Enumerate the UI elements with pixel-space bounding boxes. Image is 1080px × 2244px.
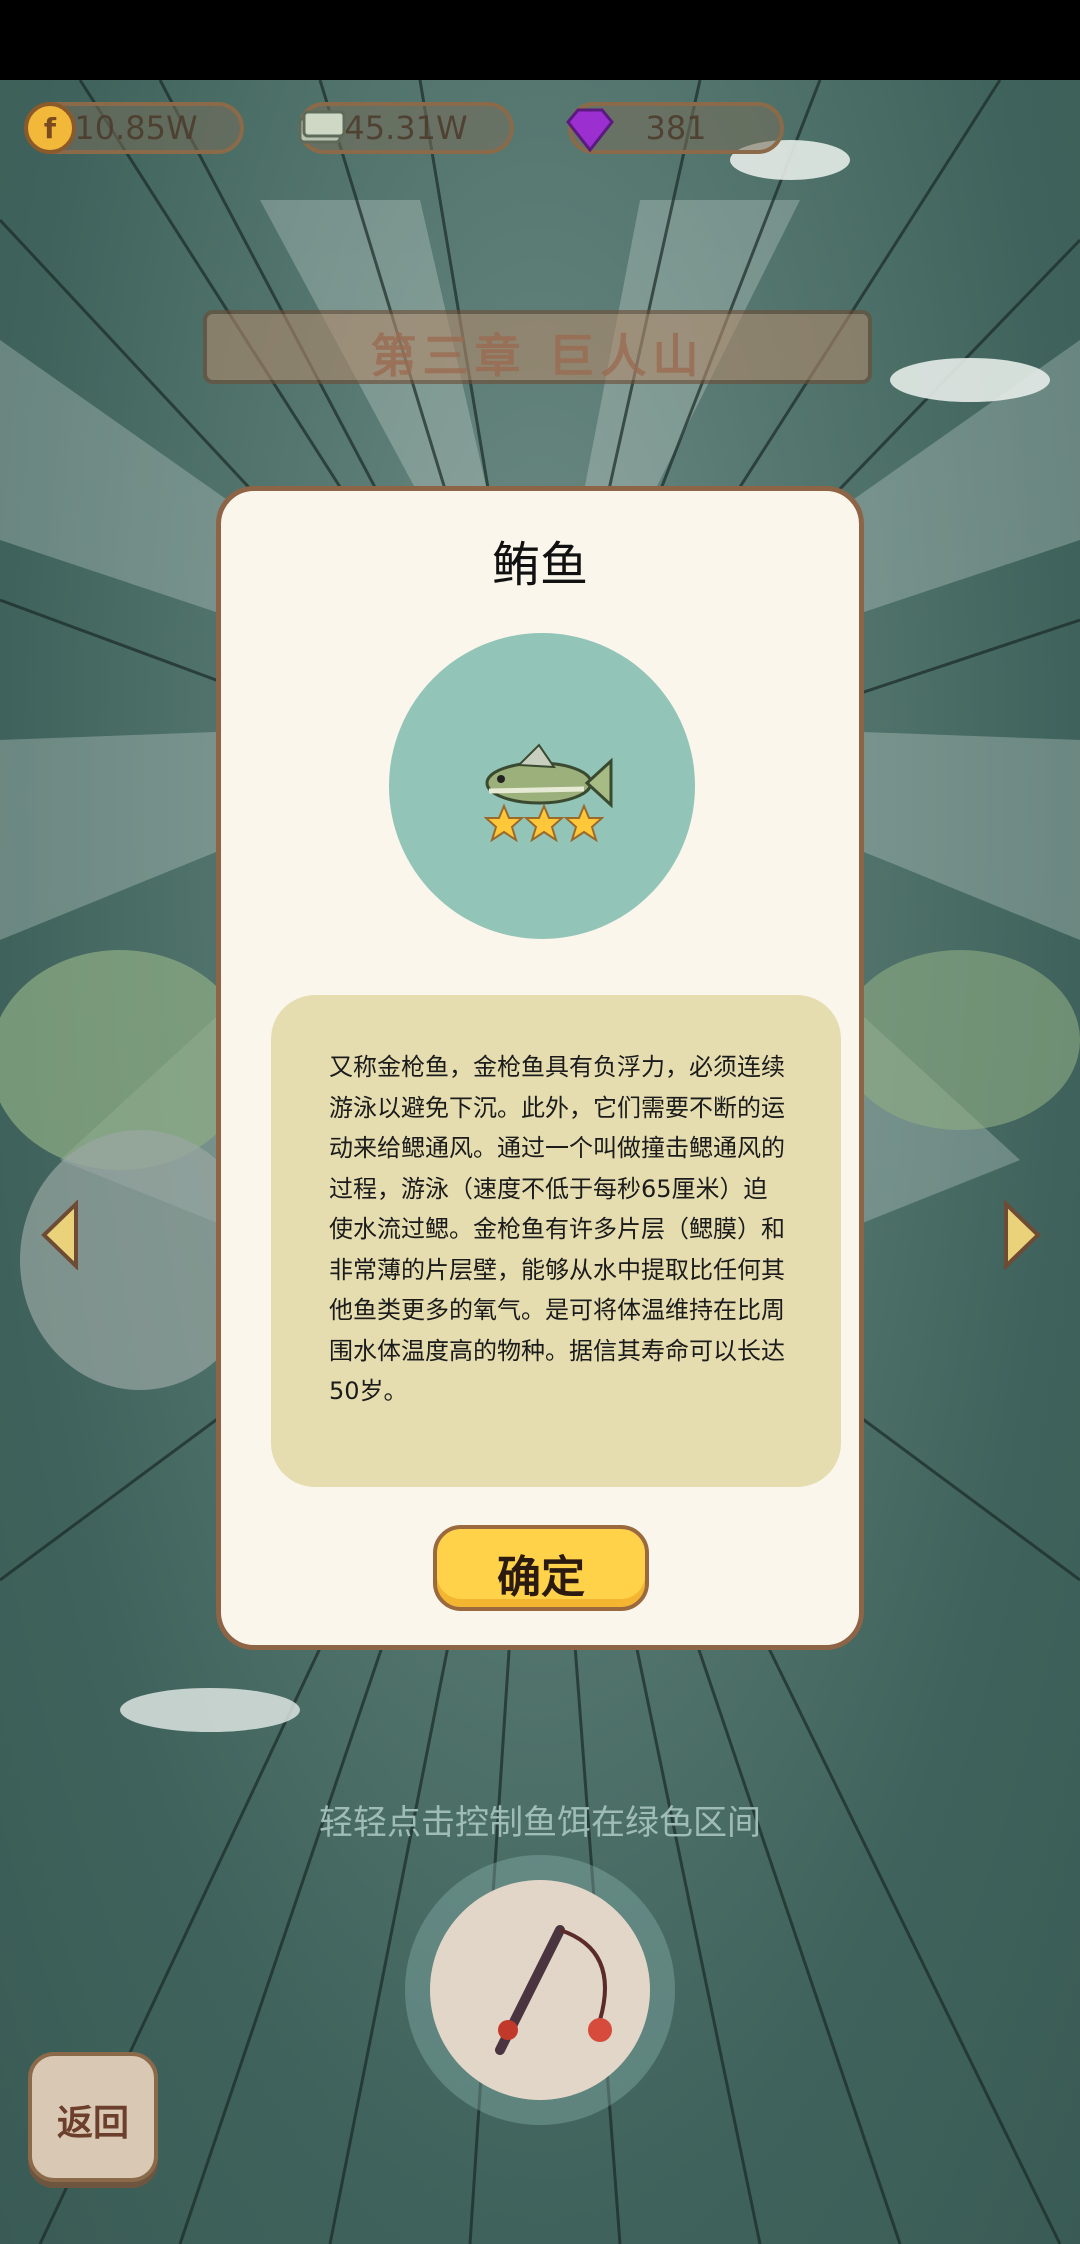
cast-rod-button[interactable] <box>405 1855 675 2125</box>
gem-value: 381 <box>645 109 707 147</box>
previous-arrow-icon[interactable] <box>40 1200 80 1270</box>
cash-value: 45.31W <box>344 109 468 147</box>
fishing-rod-icon <box>495 1925 612 2055</box>
confirm-button-label: 确定 <box>497 1552 585 1603</box>
coin-value: 10.85W <box>74 109 198 147</box>
tuna-fish-icon <box>485 743 613 809</box>
next-arrow-icon[interactable] <box>1002 1200 1042 1270</box>
cash-counter: 45.31W <box>298 102 514 154</box>
star-icon <box>564 803 604 843</box>
coin-counter: f 10.85W <box>24 102 244 154</box>
chapter-title: 第三章 巨人山 <box>370 329 705 383</box>
fishing-hint: 轻轻点击控制鱼饵在绿色区间 <box>319 1803 761 1843</box>
back-button[interactable]: 返回 <box>28 2052 158 2182</box>
star-icon <box>524 803 564 843</box>
fish-portrait <box>389 633 695 939</box>
star-rating <box>484 803 604 843</box>
status-bar <box>0 0 1080 80</box>
chapter-banner: 第三章 巨人山 <box>185 302 890 392</box>
confirm-button[interactable]: 确定 <box>433 1525 649 1611</box>
description-panel: 又称金枪鱼，金枪鱼具有负浮力，必须连续游泳以避免下沉。此外，它们需要不断的运动来… <box>271 995 841 1487</box>
fish-description: 又称金枪鱼，金枪鱼具有负浮力，必须连续游泳以避免下沉。此外，它们需要不断的运动来… <box>329 1053 785 1405</box>
fish-name: 鲔鱼 <box>491 537 588 593</box>
fish-info-dialog: 鲔鱼 又称金枪鱼，金枪鱼具有负浮力，必须连续游泳以避免下沉。此外，它们需要不断的… <box>216 486 864 1650</box>
star-icon <box>484 803 524 843</box>
gem-counter: 381 <box>566 102 784 154</box>
back-button-label: 返回 <box>56 2103 129 2144</box>
